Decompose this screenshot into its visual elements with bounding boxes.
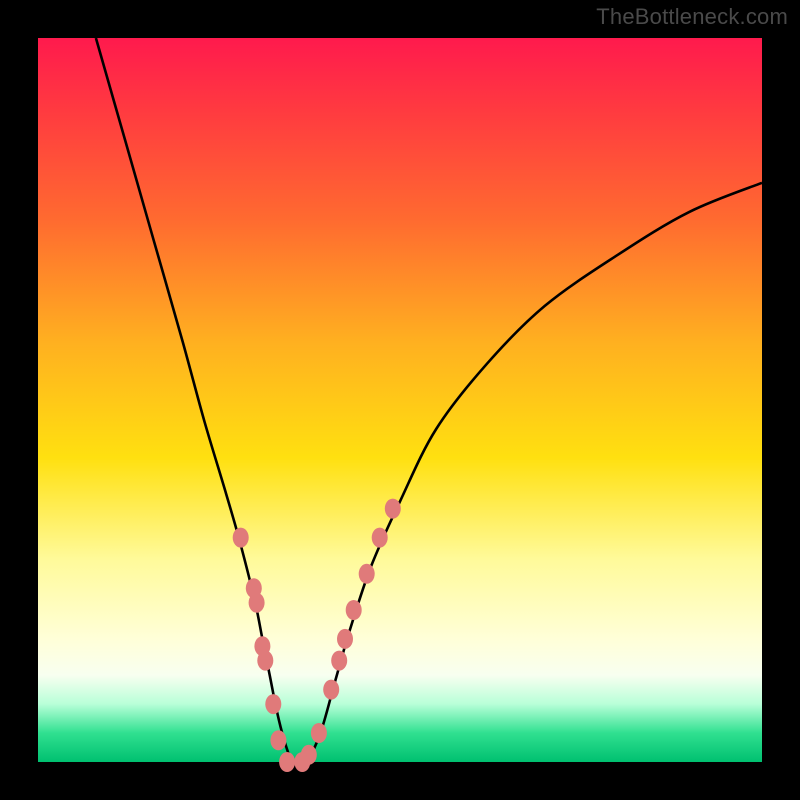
curve-dots xyxy=(233,499,401,772)
data-dot xyxy=(301,745,317,765)
data-dot xyxy=(249,593,265,613)
data-dot xyxy=(233,528,249,548)
plot-area xyxy=(38,38,762,762)
data-dot xyxy=(323,680,339,700)
watermark-text: TheBottleneck.com xyxy=(596,4,788,30)
data-dot xyxy=(372,528,388,548)
data-dot xyxy=(270,730,286,750)
data-dot xyxy=(265,694,281,714)
data-dot xyxy=(331,651,347,671)
data-dot xyxy=(385,499,401,519)
chart-frame: TheBottleneck.com xyxy=(0,0,800,800)
data-dot xyxy=(359,564,375,584)
data-dot xyxy=(279,752,295,772)
data-dot xyxy=(311,723,327,743)
data-dot xyxy=(257,651,273,671)
bottleneck-curve-svg xyxy=(38,38,762,762)
right-curve xyxy=(291,183,762,764)
data-dot xyxy=(337,629,353,649)
data-dot xyxy=(346,600,362,620)
